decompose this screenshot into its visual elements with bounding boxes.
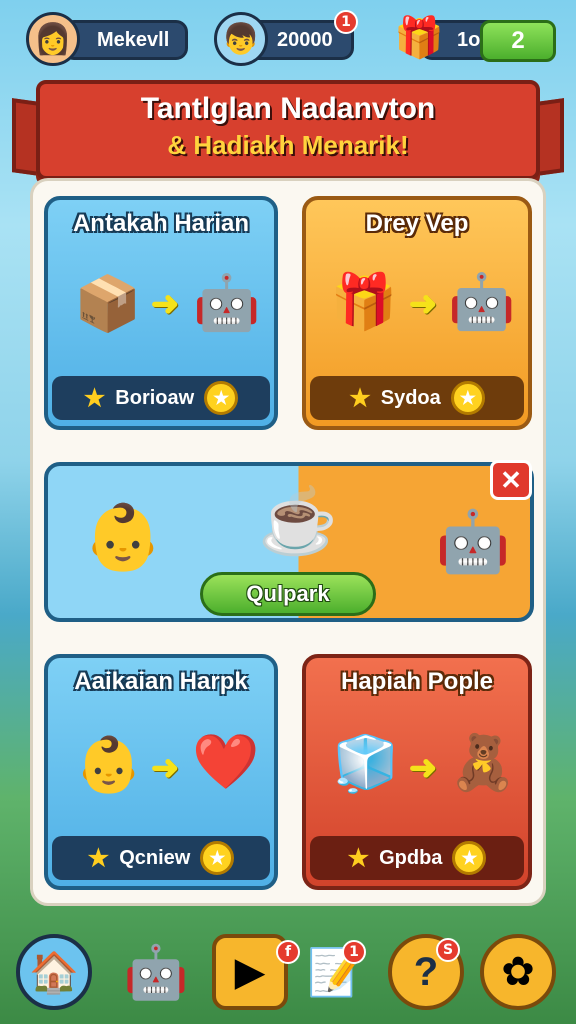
- star-coin-icon: ★: [204, 381, 239, 415]
- card-pople[interactable]: Hapiah Pople 🧊 ➜ 🧸 ★ Gpdba ★: [302, 654, 532, 890]
- arrow-right-icon: ➜: [150, 749, 180, 787]
- card-drey[interactable]: Drey Vep 🎁 ➜ 🤖 ★ Sydoa ★: [302, 196, 532, 430]
- robot-icon: 🤖: [448, 271, 516, 332]
- help-badge: S: [436, 938, 460, 962]
- robot-nav-button[interactable]: 🤖: [118, 934, 194, 1010]
- star-coin-icon: ★: [200, 841, 235, 875]
- play-card-icon: ▶: [234, 950, 266, 994]
- heart-icon: ❤️: [192, 731, 260, 792]
- friend-avatar[interactable]: 👦: [214, 12, 268, 66]
- gift-cubes-icon: 🎁: [330, 271, 398, 332]
- title-banner: Tantlglan Nadanvton & Hadiakh Menarik!: [36, 80, 540, 180]
- card-pople-claim-bar[interactable]: ★ Gpdba ★: [310, 836, 524, 880]
- avatar-girl-icon: 👩: [34, 22, 72, 56]
- card-harpk-title: Aaikaian Harpk: [74, 668, 248, 695]
- card-drey-title: Drey Vep: [365, 210, 469, 237]
- avatar-boy-icon: 👦: [222, 22, 260, 56]
- card-daily-claim-bar[interactable]: ★ Borioaw ★: [52, 376, 270, 420]
- robot-with-bear-icon: 🤖: [435, 507, 511, 575]
- favorites-button[interactable]: ✿: [480, 934, 556, 1010]
- baby-icon: 👶: [75, 734, 143, 795]
- arrow-right-icon: ➜: [408, 749, 438, 787]
- gift-count: 2: [511, 27, 525, 54]
- baby-on-cloud-icon: 👶: [83, 500, 163, 573]
- star-icon: ★: [347, 844, 370, 872]
- star-icon: ★: [83, 384, 106, 412]
- gift-count-button[interactable]: 2: [480, 20, 556, 62]
- flower-star-icon: ✿: [501, 950, 535, 994]
- toaster-icon: 📦: [74, 273, 142, 334]
- card-daily-label: Borioaw: [115, 386, 195, 409]
- coins-notification-badge: 1: [334, 10, 358, 34]
- card-daily[interactable]: Antakah Harian 📦 ➜ 🤖 ★ Borioaw ★: [44, 196, 278, 430]
- help-icon: ?: [413, 949, 439, 994]
- cube-box-icon: 🧊: [332, 733, 400, 794]
- star-icon: ★: [349, 384, 371, 412]
- card-harpk-label: Qcniew: [119, 846, 191, 869]
- card-drey-label: Sydoa: [380, 386, 441, 409]
- gift-box-icon: 🎁: [394, 15, 444, 60]
- arrow-right-icon: ➜: [408, 285, 438, 323]
- mail-badge: f: [276, 940, 300, 964]
- coins-value: 20000: [277, 28, 333, 51]
- banner-title: Tantlglan Nadanvton: [140, 92, 436, 125]
- star-coin-icon: ★: [452, 841, 487, 875]
- card-harpk[interactable]: Aaikaian Harpk 👶 ➜ ❤️ ★ Qcniew ★: [44, 654, 278, 890]
- banner-subtitle: & Hadiakh Menarik!: [167, 130, 409, 160]
- card-pople-title: Hapiah Pople: [340, 668, 494, 695]
- card-harpk-claim-bar[interactable]: ★ Qcniew ★: [52, 836, 270, 880]
- promo-action-button[interactable]: Qulpark: [200, 572, 376, 616]
- robot-icon: 🤖: [193, 272, 261, 333]
- star-coin-icon: ★: [450, 381, 485, 415]
- promo-action-label: Qulpark: [246, 581, 330, 606]
- gift-value: 1o: [457, 28, 481, 51]
- robot-icon: 🤖: [123, 943, 189, 1002]
- player-avatar[interactable]: 👩: [26, 12, 80, 66]
- bear-icon: 🧸: [449, 732, 517, 793]
- close-icon[interactable]: ✕: [490, 460, 532, 500]
- home-icon: 🏠: [29, 950, 79, 995]
- card-daily-title: Antakah Harian: [72, 210, 250, 237]
- mug-icon: ☕: [258, 484, 338, 557]
- card-pople-label: Gpdba: [379, 846, 443, 869]
- close-symbol: ✕: [500, 464, 522, 495]
- star-icon: ★: [87, 844, 110, 872]
- player-name: Mekevll: [97, 28, 170, 51]
- player-name-pill[interactable]: Mekevll: [62, 20, 188, 60]
- home-button[interactable]: 🏠: [16, 934, 92, 1010]
- tasks-badge: 1: [342, 940, 366, 964]
- card-drey-claim-bar[interactable]: ★ Sydoa ★: [310, 376, 524, 420]
- arrow-right-icon: ➜: [150, 285, 180, 323]
